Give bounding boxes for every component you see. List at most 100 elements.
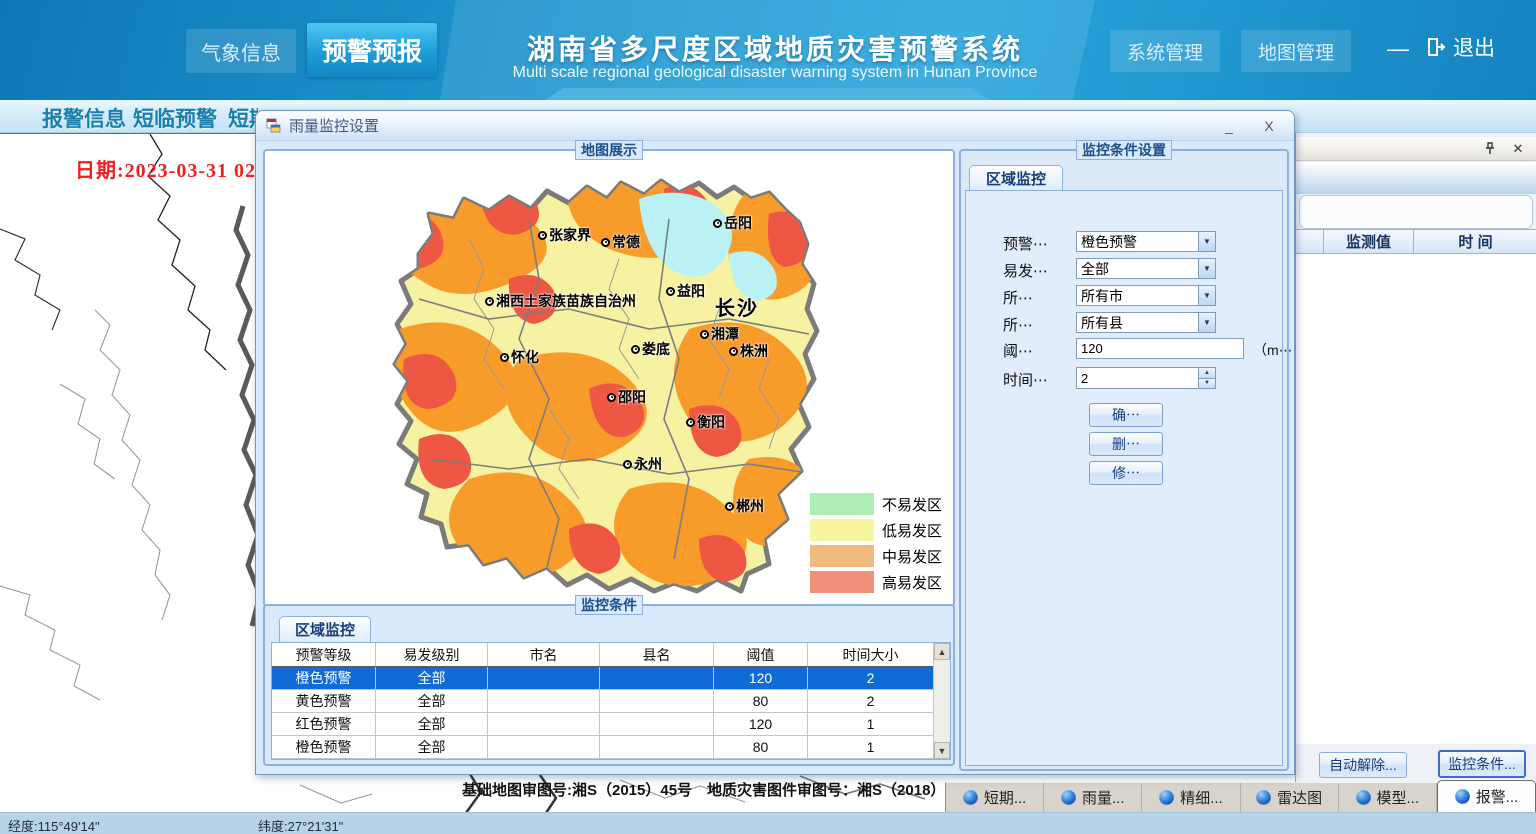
time-size-label: 时间⋯ (1003, 369, 1048, 390)
taskbar-tab-fine[interactable]: 精细... (1142, 783, 1240, 812)
header-tab-map-management[interactable]: 地图管理 (1241, 30, 1351, 72)
dock-column-spacer (1296, 230, 1323, 253)
pin-icon[interactable] (1483, 142, 1497, 156)
alarm-dock-panel: ✕ 监测值 时 间 自动解除... 监控条件... (1295, 133, 1536, 812)
taskbar-tab-alarm[interactable]: 报警... (1437, 780, 1536, 812)
warning-level-select[interactable]: 橙色预警 ▼ (1076, 231, 1216, 252)
table-row[interactable]: 黄色预警 全部 80 2 (272, 690, 933, 713)
coordinate-status-bar: 经度:115°49'14" 纬度:27°21'31" (0, 812, 1536, 834)
taskbar-tab-rainfall[interactable]: 雨量... (1044, 783, 1142, 812)
header-notch (545, 88, 990, 100)
taskbar-tab-label: 精细... (1180, 787, 1223, 808)
city-label: 衡阳 (686, 412, 725, 432)
warning-level-label: 预警⋯ (1003, 233, 1048, 254)
city-marker-icon (500, 353, 509, 362)
conditions-table-header: 预警等级 易发级别 市名 县名 阈值 时间大小 (272, 643, 933, 667)
hazard-map-canvas[interactable]: 张家界 常德 岳阳 益阳 长沙 湘西土家族苗族自治州 怀化 娄底 湘潭 株洲 邵… (269, 159, 949, 599)
city-marker-icon (666, 287, 675, 296)
dialog-titlebar[interactable]: 雨量监控设置 _ X (256, 111, 1294, 141)
time-size-stepper[interactable]: 2 ▲▼ (1076, 367, 1216, 389)
chevron-down-icon[interactable]: ▼ (1198, 286, 1215, 305)
legend-row: 低易发区 (810, 517, 946, 543)
scroll-down-icon[interactable]: ▼ (934, 742, 950, 759)
dock-filter-box[interactable] (1299, 195, 1533, 229)
city-label: 益阳 (666, 281, 705, 301)
city-label: 常德 (601, 232, 640, 252)
globe-icon (1159, 790, 1174, 805)
globe-icon (1356, 790, 1371, 805)
exit-label: 退出 (1453, 32, 1495, 62)
legend-swatch (810, 545, 874, 567)
city-label: 株洲 (729, 341, 768, 361)
table-row[interactable]: 红色预警 全部 120 1 (272, 713, 933, 736)
dock-table-body[interactable] (1296, 254, 1536, 744)
monitor-settings-groupbox: 区域监控 预警⋯ 橙色预警 ▼ 易发⋯ 全部 ▼ 所⋯ 所有市 ▼ 所⋯ 所有县… (959, 149, 1289, 771)
legend-row: 高易发区 (810, 569, 946, 595)
monitor-condition-button[interactable]: 监控条件... (1438, 750, 1526, 778)
monitor-conditions-groupbox: 区域监控 预警等级 易发级别 市名 县名 阈值 时间大小 橙色预警 全部 (263, 604, 955, 766)
chevron-down-icon[interactable]: ▼ (1198, 313, 1215, 332)
taskbar-tab-short-term[interactable]: 短期... (946, 783, 1044, 812)
city-label: 怀化 (500, 347, 539, 367)
rainfall-monitor-settings-dialog: 雨量监控设置 _ X (255, 110, 1295, 775)
city-select[interactable]: 所有市 ▼ (1076, 285, 1216, 306)
city-marker-icon (686, 418, 695, 427)
taskbar-tab-model[interactable]: 模型... (1339, 783, 1437, 812)
monitor-group-title: 监控条件 (575, 595, 643, 615)
spinner-up-icon[interactable]: ▲ (1199, 368, 1215, 379)
modify-button[interactable]: 修⋯ (1089, 461, 1163, 485)
subnav-item-alarm-info[interactable]: 报警信息 (42, 103, 126, 133)
spinner-down-icon[interactable]: ▼ (1199, 379, 1215, 389)
header-tab-system-management[interactable]: 系统管理 (1110, 30, 1220, 72)
globe-icon (1061, 790, 1076, 805)
map-group-title: 地图展示 (575, 140, 643, 160)
city-label: 长沙 (715, 292, 759, 321)
delete-button[interactable]: 删⋯ (1089, 432, 1163, 456)
auto-release-button[interactable]: 自动解除... (1319, 752, 1407, 778)
map-display-groupbox: 张家界 常德 岳阳 益阳 长沙 湘西土家族苗族自治州 怀化 娄底 湘潭 株洲 邵… (263, 149, 955, 607)
table-scrollbar[interactable]: ▲ ▼ (933, 643, 950, 759)
exit-button[interactable]: 退出 (1425, 32, 1495, 62)
header-tab-weather[interactable]: 气象信息 (186, 29, 296, 73)
chevron-down-icon[interactable]: ▼ (1198, 232, 1215, 251)
threshold-input[interactable]: 120 (1076, 338, 1244, 359)
window-minimize-button[interactable]: — (1385, 36, 1411, 62)
tab-region-monitor-settings[interactable]: 区域监控 (969, 165, 1063, 191)
header-tab-warning-forecast[interactable]: 预警预报 (307, 23, 437, 77)
susceptibility-label: 易发⋯ (1003, 260, 1048, 281)
dock-column-time: 时 间 (1413, 230, 1536, 253)
legend-row: 不易发区 (810, 491, 946, 517)
confirm-button[interactable]: 确⋯ (1089, 403, 1163, 427)
latitude-readout: 纬度:27°21'31" (258, 816, 343, 834)
legend-swatch (810, 571, 874, 593)
chevron-down-icon[interactable]: ▼ (1198, 259, 1215, 278)
scroll-up-icon[interactable]: ▲ (934, 643, 950, 660)
globe-icon (1256, 790, 1271, 805)
dialog-title: 雨量监控设置 (289, 115, 379, 136)
city-label: 永州 (623, 454, 662, 474)
county-label-field: 所⋯ (1003, 314, 1033, 335)
taskbar-tab-radar[interactable]: 雷达图 (1241, 783, 1339, 812)
subnav-item-nowcast-warning[interactable]: 短临预警 (133, 103, 217, 133)
tab-region-monitor[interactable]: 区域监控 (279, 616, 371, 642)
legend-row: 中易发区 (810, 543, 946, 569)
hazard-legend: 不易发区 低易发区 中易发区 高易发区 (810, 491, 946, 595)
city-label: 邵阳 (607, 387, 646, 407)
dock-header-strip (1296, 162, 1536, 194)
globe-icon (963, 790, 978, 805)
exit-door-icon (1425, 36, 1447, 58)
taskbar-tab-label: 模型... (1377, 787, 1420, 808)
county-select[interactable]: 所有县 ▼ (1076, 312, 1216, 333)
dock-close-icon[interactable]: ✕ (1511, 142, 1525, 156)
taskbar-tab-label: 雨量... (1082, 787, 1125, 808)
table-row[interactable]: 橙色预警 全部 120 2 (272, 667, 933, 690)
dialog-minimize-button[interactable]: _ (1222, 118, 1236, 134)
dialog-close-button[interactable]: X (1262, 118, 1276, 134)
city-marker-icon (700, 330, 709, 339)
app-window: 气象信息 预警预报 湖南省多尺度区域地质灾害预警系统 Multi scale r… (0, 0, 1536, 834)
susceptibility-select[interactable]: 全部 ▼ (1076, 258, 1216, 279)
subnav-item-short-term[interactable]: 短期 (228, 103, 258, 133)
table-row[interactable]: 橙色预警 全部 80 1 (272, 736, 933, 759)
city-marker-icon (713, 219, 722, 228)
conditions-table: 预警等级 易发级别 市名 县名 阈值 时间大小 橙色预警 全部 120 2 (271, 642, 951, 760)
